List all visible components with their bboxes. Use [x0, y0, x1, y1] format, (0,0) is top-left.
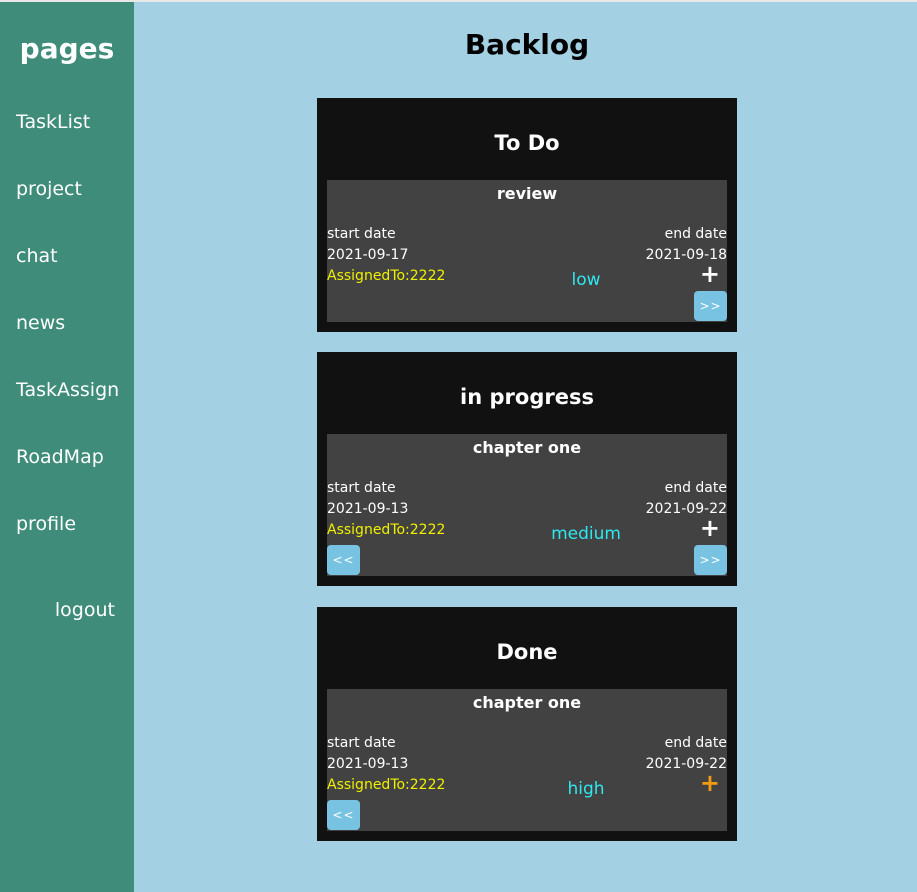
nav-item-news[interactable]: news	[16, 312, 65, 334]
end-date-label: end date	[664, 480, 727, 496]
end-date-label: end date	[664, 735, 727, 751]
priority-label: medium	[551, 524, 621, 544]
move-prev-button[interactable]: <<	[327, 545, 360, 575]
end-date-label: end date	[664, 226, 727, 242]
task-card: chapter one start date 2021-09-13 end da…	[327, 689, 727, 831]
column-title: To Do	[494, 131, 560, 155]
task-card: chapter one start date 2021-09-13 end da…	[327, 434, 727, 576]
task-card: review start date 2021-09-17 end date 20…	[327, 180, 727, 322]
start-date-label: start date	[327, 480, 396, 496]
start-date-value: 2021-09-13	[327, 756, 409, 772]
move-prev-button[interactable]: <<	[327, 800, 360, 830]
nav-item-chat[interactable]: chat	[16, 245, 58, 267]
column-in-progress: in progress chapter one start date 2021-…	[317, 352, 737, 586]
start-date-label: start date	[327, 226, 396, 242]
page-title: Backlog	[464, 28, 590, 61]
nav-item-roadmap[interactable]: RoadMap	[16, 446, 104, 468]
plus-icon[interactable]: +	[700, 516, 720, 540]
move-next-button[interactable]: >>	[694, 545, 727, 575]
nav-item-project[interactable]: project	[16, 178, 82, 200]
top-border	[0, 0, 917, 2]
column-todo: To Do review start date 2021-09-17 end d…	[317, 98, 737, 332]
priority-label: low	[571, 270, 601, 290]
start-date-value: 2021-09-17	[327, 247, 409, 263]
sidebar-title: pages	[19, 32, 115, 65]
column-done: Done chapter one start date 2021-09-13 e…	[317, 607, 737, 841]
column-title: Done	[496, 640, 558, 664]
card-title: review	[496, 184, 558, 203]
column-title: in progress	[460, 385, 594, 409]
card-title: chapter one	[472, 438, 582, 457]
priority-label: high	[567, 779, 605, 799]
start-date-value: 2021-09-13	[327, 501, 409, 517]
move-next-button[interactable]: >>	[694, 291, 727, 321]
sidebar: pages TaskList project chat news TaskAss…	[0, 2, 134, 892]
plus-icon[interactable]: +	[700, 771, 720, 795]
plus-icon[interactable]: +	[700, 262, 720, 286]
nav-item-profile[interactable]: profile	[16, 513, 76, 535]
nav-item-taskassign[interactable]: TaskAssign	[16, 379, 119, 401]
start-date-label: start date	[327, 735, 396, 751]
nav-item-tasklist[interactable]: TaskList	[16, 111, 90, 133]
logout-link[interactable]: logout	[55, 599, 115, 621]
card-title: chapter one	[472, 693, 582, 712]
